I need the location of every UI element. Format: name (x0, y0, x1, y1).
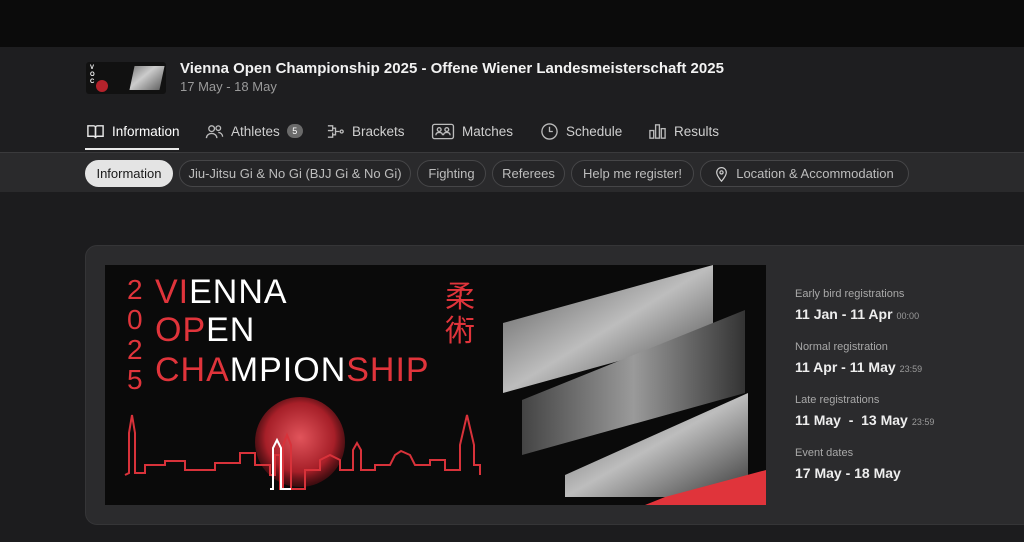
registration-dates: 11 May - 13 May 23:59 (795, 412, 934, 428)
book-icon (87, 124, 104, 138)
tab-label: Brackets (352, 123, 405, 139)
event-banner: 2 0 2 5 VIENNA OPEN CHAMPIONSHIP 柔 術 (105, 265, 766, 505)
tab-label: Results (674, 123, 720, 139)
time: 23:59 (899, 364, 923, 374)
active-tab-indicator (85, 148, 179, 150)
banner-title-text: ENNA (189, 273, 287, 311)
registration-label: Early bird registrations (795, 288, 905, 300)
late-registration: Late registrations 11 May - 13 May 23:59 (795, 394, 934, 428)
subtab-label: Fighting (428, 166, 475, 181)
banner-title-line-1: VIENNA (155, 273, 288, 311)
kanji-character: 柔 (445, 280, 475, 315)
time: 23:59 (911, 417, 935, 427)
banner-title-text: EN (206, 311, 255, 349)
date-range: 11 May - 13 May (795, 412, 908, 428)
year-digit: 0 (127, 304, 143, 335)
banner-artwork: 2 0 2 5 VIENNA OPEN CHAMPIONSHIP 柔 術 (124, 265, 766, 505)
registration-dates: 11 Jan - 11 Apr 00:00 (795, 306, 919, 322)
tab-athletes[interactable]: Athletes 5 (205, 112, 303, 150)
athletes-count-badge: 5 (286, 124, 303, 138)
early-bird-registration: Early bird registrations 11 Jan - 11 Apr… (795, 288, 919, 322)
subtab-label: Location & Accommodation (736, 166, 894, 181)
event-dates-info: Event dates 17 May - 18 May (795, 447, 901, 481)
sub-tabs: Information Jiu-Jitsu Gi & No Gi (BJJ Gi… (0, 152, 1024, 192)
tab-label: Schedule (566, 123, 623, 139)
subtab-label: Jiu-Jitsu Gi & No Gi (BJJ Gi & No Gi) (188, 166, 402, 181)
brackets-icon (327, 124, 344, 138)
logo-sun (96, 80, 108, 92)
location-pin-icon (716, 166, 728, 182)
subtab-location[interactable]: Location & Accommodation (700, 160, 909, 187)
kanji-character: 術 (445, 314, 475, 349)
subtab-label: Referees (502, 166, 555, 181)
event-dates: 17 May - 18 May (180, 79, 277, 94)
red-sun (255, 397, 345, 487)
subtab-label: Information (96, 166, 162, 181)
event-logo: VOC (86, 62, 166, 94)
banner-title-accent: VI (155, 273, 189, 311)
subtab-fighting[interactable]: Fighting (417, 160, 486, 187)
tab-schedule[interactable]: Schedule (540, 112, 622, 150)
subtab-label: Help me register! (583, 166, 682, 181)
registration-label: Event dates (795, 447, 854, 459)
tab-matches[interactable]: Matches (431, 112, 513, 150)
banner-title-accent: SHIP (346, 351, 429, 389)
tab-information[interactable]: Information (86, 112, 180, 150)
tab-brackets[interactable]: Brackets (326, 112, 405, 150)
logo-photo (129, 66, 165, 90)
people-icon (205, 124, 224, 138)
logo-text: VOC (90, 65, 95, 85)
time: 00:00 (896, 311, 920, 321)
banner-title-text: MPION (230, 351, 346, 389)
registration-label: Normal registration (795, 341, 888, 353)
year-digit: 2 (127, 334, 143, 365)
year-digit: 5 (127, 364, 143, 395)
tab-label: Matches (462, 123, 514, 139)
banner-title-line-3: CHAMPIONSHIP (155, 351, 430, 389)
clock-icon (541, 122, 558, 140)
banner-title-accent: CHA (155, 351, 230, 389)
event-title: Vienna Open Championship 2025 - Offene W… (180, 60, 724, 77)
matches-icon (431, 123, 455, 139)
subtab-help-register[interactable]: Help me register! (571, 160, 694, 187)
registration-dates: 11 Apr - 11 May 23:59 (795, 359, 922, 375)
date-range: 11 Apr - 11 May (795, 359, 896, 375)
tab-label: Information (112, 123, 180, 139)
banner-title-accent: OP (155, 311, 206, 349)
tab-results[interactable]: Results (648, 112, 719, 150)
main-tabs: Information Athletes 5 Brackets Matches … (0, 112, 1024, 152)
subtab-referees[interactable]: Referees (492, 160, 565, 187)
bar-chart-icon (649, 123, 666, 139)
date-range: 17 May - 18 May (795, 465, 901, 481)
registration-dates: 17 May - 18 May (795, 465, 901, 481)
subtab-jiu-jitsu[interactable]: Jiu-Jitsu Gi & No Gi (BJJ Gi & No Gi) (179, 160, 411, 187)
banner-title-line-2: OPEN (155, 311, 255, 349)
tab-label: Athletes (231, 123, 280, 139)
year-digit: 2 (127, 274, 143, 305)
date-range: 11 Jan - 11 Apr (795, 306, 893, 322)
top-bar (0, 0, 1024, 47)
registration-label: Late registrations (795, 394, 880, 406)
normal-registration: Normal registration 11 Apr - 11 May 23:59 (795, 341, 922, 375)
subtab-information[interactable]: Information (85, 160, 173, 187)
